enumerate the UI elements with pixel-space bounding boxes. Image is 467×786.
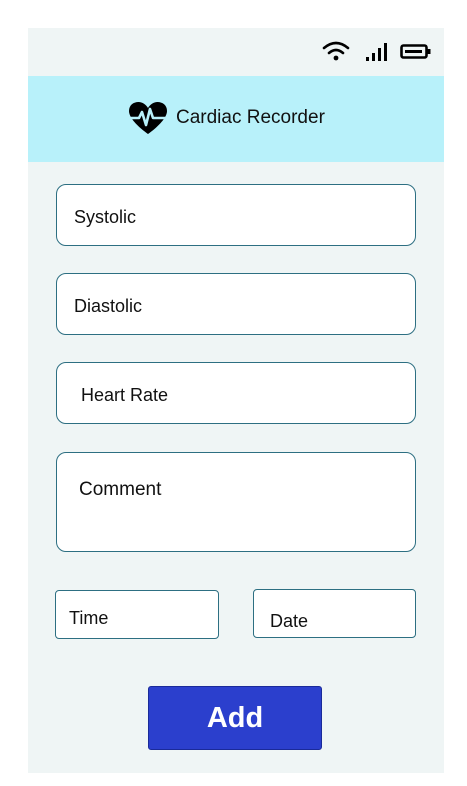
battery-icon	[400, 44, 431, 59]
status-bar	[28, 28, 444, 76]
time-placeholder: Time	[69, 608, 109, 628]
time-input[interactable]: Time	[55, 590, 219, 639]
add-button[interactable]: Add	[148, 686, 322, 750]
app-header: Cardiac Recorder	[28, 76, 444, 162]
heart-pulse-icon	[127, 102, 169, 134]
diastolic-input[interactable]: Diastolic	[56, 273, 416, 335]
heart-rate-input[interactable]: Heart Rate	[56, 362, 416, 424]
heart-rate-placeholder: Heart Rate	[81, 385, 169, 405]
diastolic-placeholder: Diastolic	[74, 296, 143, 316]
systolic-input[interactable]: Systolic	[56, 184, 416, 246]
date-placeholder: Date	[270, 611, 309, 631]
comment-placeholder: Comment	[79, 479, 162, 500]
signal-icon	[366, 43, 387, 61]
systolic-placeholder: Systolic	[74, 207, 137, 227]
date-input[interactable]: Date	[253, 589, 416, 638]
phone-screen: Cardiac Recorder Systolic Diastolic Hear…	[28, 28, 444, 773]
app-title: Cardiac Recorder	[176, 107, 325, 128]
header-title-group: Cardiac Recorder	[127, 101, 325, 135]
wifi-icon	[322, 41, 350, 61]
comment-textarea[interactable]: Comment	[56, 452, 416, 552]
